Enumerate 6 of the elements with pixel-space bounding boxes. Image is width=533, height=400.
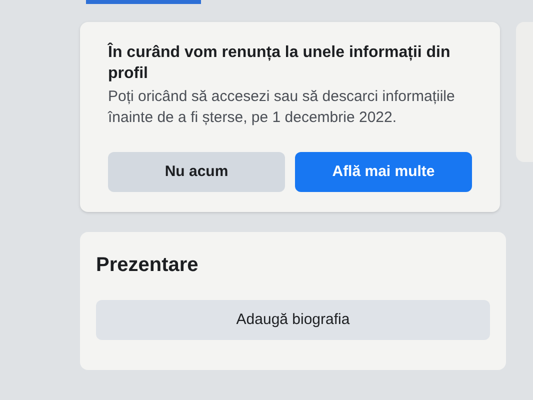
intro-title: Prezentare xyxy=(96,253,200,278)
dismiss-button[interactable]: Nu acum xyxy=(108,152,285,192)
add-bio-button[interactable]: Adaugă biografia xyxy=(96,300,490,340)
notice-title: În curând vom renunța la unele informații din profil xyxy=(108,42,452,84)
learn-more-button[interactable]: Află mai multe xyxy=(295,152,472,192)
notice-body: Poți oricând să accesezi sau să descarci informațiile înainte de a fi șterse, pe 1 decembrie 2022. xyxy=(108,87,456,128)
